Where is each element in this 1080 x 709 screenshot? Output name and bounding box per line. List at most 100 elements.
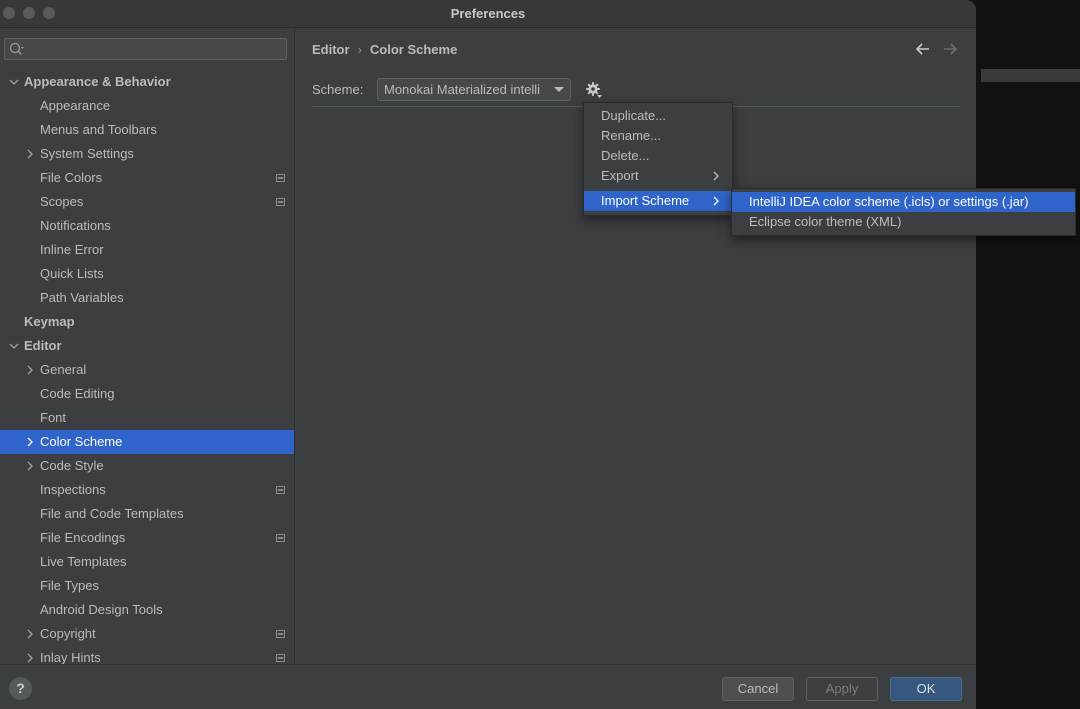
sidebar-item-scopes[interactable]: Scopes xyxy=(0,190,294,214)
sidebar-item-inspections[interactable]: Inspections xyxy=(0,478,294,502)
sidebar-item-path-variables[interactable]: Path Variables xyxy=(0,286,294,310)
sidebar-item-label: File Types xyxy=(40,578,100,593)
chevron-down-icon[interactable] xyxy=(8,70,20,94)
sidebar-item-label: Font xyxy=(40,410,67,425)
sidebar-item-appearance[interactable]: Appearance xyxy=(0,94,294,118)
project-level-icon xyxy=(276,198,285,206)
chevron-right-icon xyxy=(713,171,719,181)
sidebar-item-label: Code Editing xyxy=(40,386,115,401)
sidebar-item-label: Color Scheme xyxy=(40,434,123,449)
scheme-dropdown[interactable]: Monokai Materialized intelli xyxy=(377,78,571,101)
sidebar-item-keymap[interactable]: Keymap xyxy=(0,310,294,334)
sidebar-item-file-colors[interactable]: File Colors xyxy=(0,166,294,190)
menu-item-delete[interactable]: Delete... xyxy=(584,146,732,166)
sidebar-item-system-settings[interactable]: System Settings xyxy=(0,142,294,166)
apply-button[interactable]: Apply xyxy=(806,677,878,701)
scheme-value: Monokai Materialized intelli xyxy=(384,82,541,97)
breadcrumb: Editor › Color Scheme xyxy=(312,42,457,57)
sidebar-item-label: Live Templates xyxy=(40,554,127,569)
help-button[interactable]: ? xyxy=(9,677,32,700)
sidebar-item-copyright[interactable]: Copyright xyxy=(0,622,294,646)
window-title: Preferences xyxy=(450,6,526,21)
sidebar-item-label: Code Style xyxy=(40,458,104,473)
back-arrow-icon[interactable] xyxy=(914,40,932,58)
sidebar-item-label: File Encodings xyxy=(40,530,126,545)
breadcrumb-current: Color Scheme xyxy=(369,42,458,57)
sidebar-item-inline-error[interactable]: Inline Error xyxy=(0,238,294,262)
ok-button[interactable]: OK xyxy=(890,677,962,701)
sidebar-item-appearance-behavior[interactable]: Appearance & Behavior xyxy=(0,70,294,94)
sidebar-item-editor[interactable]: Editor xyxy=(0,334,294,358)
sidebar-item-file-encodings[interactable]: File Encodings xyxy=(0,526,294,550)
sidebar-item-label: Appearance & Behavior xyxy=(24,74,171,89)
menu-item-rename[interactable]: Rename... xyxy=(584,126,732,146)
chevron-right-icon[interactable] xyxy=(24,358,36,382)
menu-item-label: Rename... xyxy=(601,128,661,143)
menu-item-label: Import Scheme xyxy=(601,193,690,208)
sidebar-item-inlay-hints[interactable]: Inlay Hints xyxy=(0,646,294,664)
chevron-right-icon[interactable] xyxy=(24,142,36,166)
preferences-window: Preferences Appearance & Behavior Appeara… xyxy=(0,0,976,709)
background-strip xyxy=(981,69,1080,82)
chevron-right-icon xyxy=(713,196,719,206)
sidebar-item-label: Scopes xyxy=(40,194,84,209)
sidebar-item-label: System Settings xyxy=(40,146,134,161)
gear-icon[interactable] xyxy=(585,81,603,99)
background-app xyxy=(975,0,1080,709)
menu-item-import-scheme[interactable]: Import Scheme xyxy=(584,191,732,211)
sidebar-item-label: Path Variables xyxy=(40,290,124,305)
search-input[interactable] xyxy=(4,38,287,60)
project-level-icon xyxy=(276,630,285,638)
sidebar-item-label: Quick Lists xyxy=(40,266,104,281)
sidebar-item-general[interactable]: General xyxy=(0,358,294,382)
title-bar: Preferences xyxy=(0,0,976,28)
sidebar-item-label: Inspections xyxy=(40,482,106,497)
forward-arrow-icon[interactable] xyxy=(941,40,959,58)
menu-item-label: IntelliJ IDEA color scheme (.icls) or se… xyxy=(749,194,1029,209)
sidebar-item-label: Editor xyxy=(24,338,62,353)
sidebar-item-label: File Colors xyxy=(40,170,103,185)
menu-item-duplicate[interactable]: Duplicate... xyxy=(584,106,732,126)
import-scheme-submenu: IntelliJ IDEA color scheme (.icls) or se… xyxy=(731,188,1076,236)
sidebar-item-code-style[interactable]: Code Style xyxy=(0,454,294,478)
menu-item-label: Eclipse color theme (XML) xyxy=(749,214,902,229)
sidebar-item-file-types[interactable]: File Types xyxy=(0,574,294,598)
sidebar-item-label: File and Code Templates xyxy=(40,506,184,521)
sidebar-item-android-design-tools[interactable]: Android Design Tools xyxy=(0,598,294,622)
sidebar-item-quick-lists[interactable]: Quick Lists xyxy=(0,262,294,286)
sidebar-item-label: Menus and Toolbars xyxy=(40,122,157,137)
chevron-right-icon[interactable] xyxy=(24,454,36,478)
search-icon xyxy=(9,42,24,55)
chevron-right-icon[interactable] xyxy=(24,622,36,646)
breadcrumb-separator: › xyxy=(357,42,362,57)
menu-item-label: Delete... xyxy=(601,148,650,163)
sidebar-item-label: Appearance xyxy=(40,98,111,113)
chevron-right-icon[interactable] xyxy=(24,646,36,664)
project-level-icon xyxy=(276,174,285,182)
chevron-right-icon[interactable] xyxy=(24,430,36,454)
sidebar-item-notifications[interactable]: Notifications xyxy=(0,214,294,238)
sidebar-item-code-editing[interactable]: Code Editing xyxy=(0,382,294,406)
chevron-down-icon[interactable] xyxy=(8,334,20,358)
sidebar-item-label: Inline Error xyxy=(40,242,104,257)
sidebar-item-label: Inlay Hints xyxy=(40,650,101,664)
sidebar-item-menus-and-toolbars[interactable]: Menus and Toolbars xyxy=(0,118,294,142)
breadcrumb-parent[interactable]: Editor xyxy=(312,42,350,57)
sidebar-item-label: General xyxy=(40,362,87,377)
sidebar-item-file-and-code-templates[interactable]: File and Code Templates xyxy=(0,502,294,526)
menu-item-import-intellij[interactable]: IntelliJ IDEA color scheme (.icls) or se… xyxy=(732,192,1075,212)
settings-sidebar: Appearance & Behavior Appearance Menus and… xyxy=(0,28,295,664)
project-level-icon xyxy=(276,486,285,494)
project-level-icon xyxy=(276,534,285,542)
sidebar-item-label: Notifications xyxy=(40,218,111,233)
sidebar-item-font[interactable]: Font xyxy=(0,406,294,430)
cancel-button[interactable]: Cancel xyxy=(722,677,794,701)
sidebar-item-live-templates[interactable]: Live Templates xyxy=(0,550,294,574)
sidebar-item-label: Copyright xyxy=(40,626,96,641)
sidebar-item-color-scheme[interactable]: Color Scheme xyxy=(0,430,294,454)
menu-item-label: Export xyxy=(601,168,639,183)
scheme-label: Scheme: xyxy=(312,82,364,97)
menu-item-export[interactable]: Export xyxy=(584,166,732,186)
scheme-actions-menu: Duplicate... Rename... Delete... Export … xyxy=(583,102,733,216)
menu-item-import-eclipse[interactable]: Eclipse color theme (XML) xyxy=(732,212,1075,232)
